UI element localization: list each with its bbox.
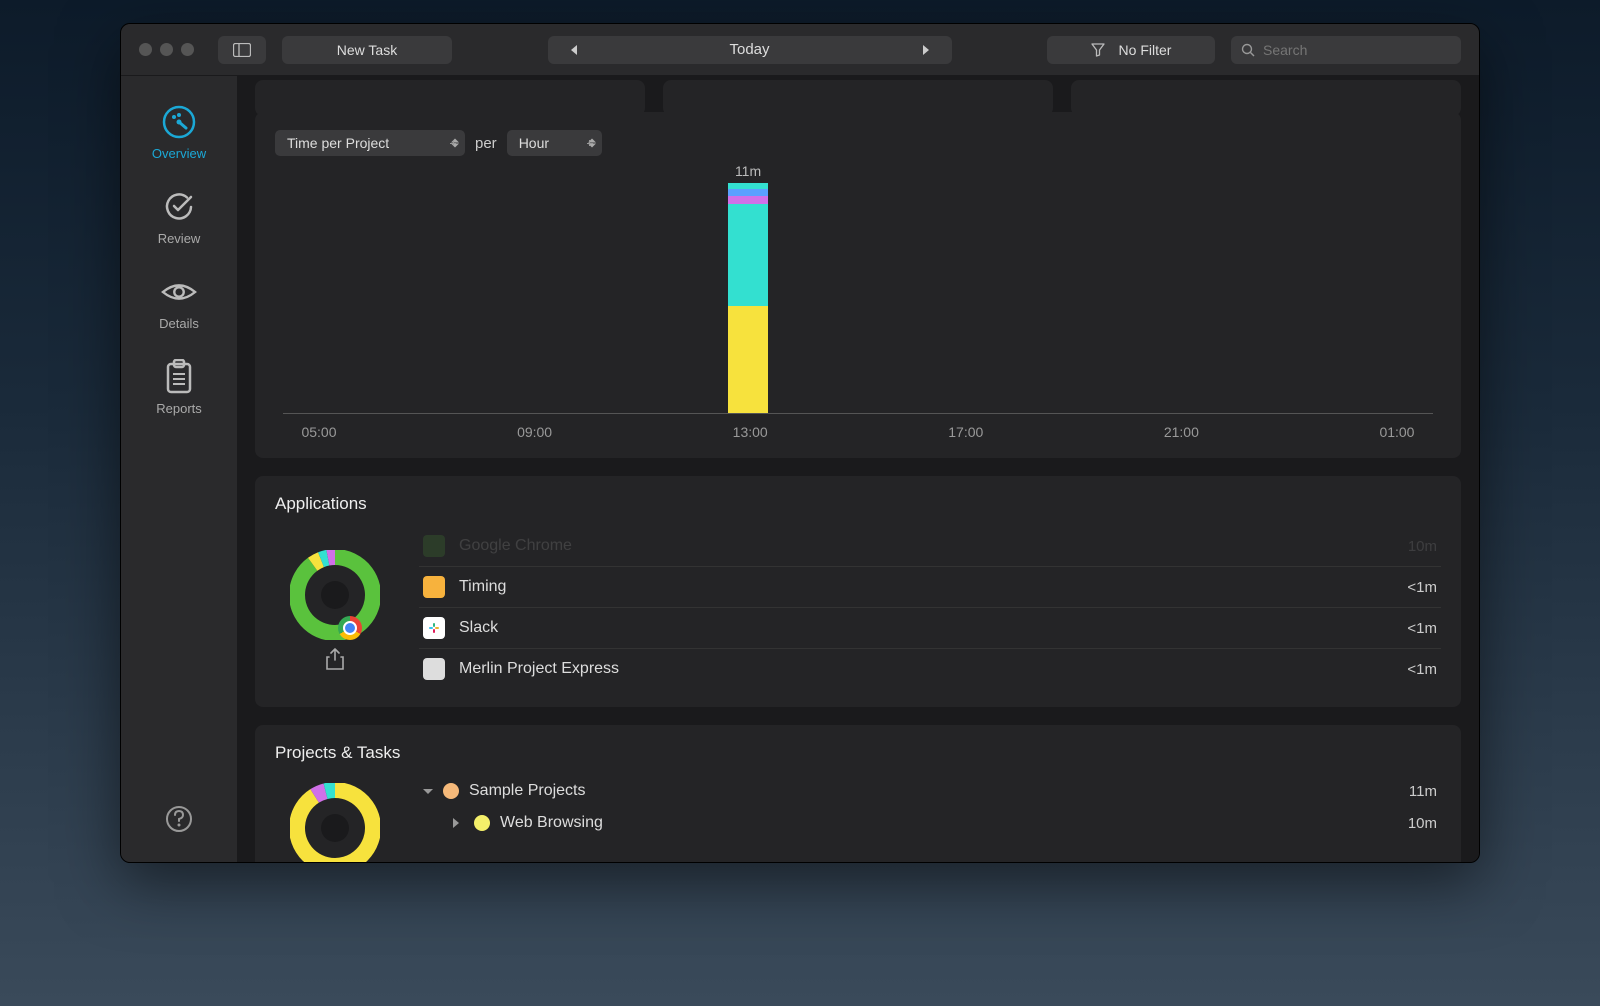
- app-name-label: Merlin Project Express: [459, 660, 1393, 678]
- app-icon: [423, 576, 445, 598]
- triangle-left-icon: [569, 44, 579, 56]
- gauge-icon: [161, 104, 197, 140]
- x-axis-label: 05:00: [289, 424, 349, 440]
- search-input[interactable]: [1263, 42, 1451, 58]
- applications-card: Applications Google Chrome10mTiming<1mSl…: [255, 476, 1461, 707]
- checkmark-circle-icon: [161, 189, 197, 225]
- app-time-label: <1m: [1407, 661, 1437, 678]
- project-time-label: 11m: [1409, 783, 1437, 800]
- titlebar: New Task Today No Filter: [121, 24, 1479, 76]
- disclosure-triangle-icon[interactable]: [423, 789, 433, 794]
- project-color-dot: [474, 815, 490, 831]
- sidebar: Overview Review Details Reports: [121, 76, 237, 862]
- chrome-icon: [338, 616, 362, 640]
- window-controls: [139, 43, 194, 56]
- application-row[interactable]: Google Chrome 10m: [419, 526, 1441, 566]
- x-axis-label: 13:00: [720, 424, 780, 440]
- filter-button[interactable]: No Filter: [1047, 36, 1215, 64]
- applications-donut: [290, 550, 380, 640]
- time-chart: 11m 05:0009:0013:0017:0021:0001:00: [283, 170, 1433, 440]
- application-row[interactable]: Merlin Project Express <1m: [419, 648, 1441, 689]
- sidebar-item-label: Details: [159, 316, 199, 331]
- funnel-icon: [1091, 43, 1105, 57]
- toggle-sidebar-button[interactable]: [218, 36, 266, 64]
- eye-icon: [161, 274, 197, 310]
- sidebar-item-label: Review: [158, 231, 201, 246]
- bar-segment: [728, 204, 768, 306]
- date-navigation: Today: [548, 36, 952, 64]
- new-task-button[interactable]: New Task: [282, 36, 452, 64]
- app-icon: [423, 617, 445, 639]
- bar-segment: [728, 306, 768, 413]
- projects-donut: [290, 783, 380, 862]
- sidebar-toggle-icon: [233, 43, 251, 57]
- x-axis-label: 09:00: [505, 424, 565, 440]
- search-box[interactable]: [1231, 36, 1461, 64]
- x-axis-label: 17:00: [936, 424, 996, 440]
- zoom-window-button[interactable]: [181, 43, 194, 56]
- application-row[interactable]: Slack <1m: [419, 607, 1441, 648]
- clipboard-icon: [161, 359, 197, 395]
- project-name-label: Sample Projects: [469, 782, 1399, 800]
- app-time-label: <1m: [1407, 579, 1437, 596]
- sidebar-item-label: Reports: [156, 401, 202, 416]
- share-button[interactable]: [326, 648, 344, 670]
- app-time-label: <1m: [1407, 620, 1437, 637]
- per-label: per: [475, 135, 497, 152]
- unit-select[interactable]: Hour: [507, 130, 602, 156]
- current-date-button[interactable]: Today: [600, 36, 900, 64]
- x-axis-label: 21:00: [1151, 424, 1211, 440]
- chart-card: Time per Project per Hour 11m 05:: [255, 112, 1461, 458]
- search-icon: [1241, 43, 1255, 57]
- project-color-dot: [443, 783, 459, 799]
- disclosure-triangle-icon[interactable]: [453, 818, 464, 828]
- next-day-button[interactable]: [900, 36, 952, 64]
- x-axis-label: 01:00: [1367, 424, 1427, 440]
- applications-title: Applications: [275, 494, 1441, 514]
- sidebar-item-review[interactable]: Review: [158, 189, 201, 246]
- project-time-label: 10m: [1408, 815, 1437, 832]
- app-icon: [423, 658, 445, 680]
- app-time-label: 10m: [1408, 538, 1437, 555]
- app-name-label: Timing: [459, 578, 1393, 596]
- close-window-button[interactable]: [139, 43, 152, 56]
- previous-day-button[interactable]: [548, 36, 600, 64]
- app-window: New Task Today No Filter Overview: [120, 23, 1480, 863]
- bar-segment: [728, 196, 768, 204]
- sidebar-item-reports[interactable]: Reports: [156, 359, 202, 416]
- minimize-window-button[interactable]: [160, 43, 173, 56]
- app-name-label: Google Chrome: [459, 537, 1394, 555]
- help-icon: [164, 804, 194, 834]
- application-row[interactable]: Timing <1m: [419, 566, 1441, 607]
- triangle-right-icon: [921, 44, 931, 56]
- chart-bar[interactable]: 11m: [728, 163, 768, 413]
- app-name-label: Slack: [459, 619, 1393, 637]
- main-content: Time per Project per Hour 11m 05:: [237, 76, 1479, 862]
- sidebar-item-label: Overview: [152, 146, 206, 161]
- project-name-label: Web Browsing: [500, 814, 1398, 832]
- filter-label: No Filter: [1119, 42, 1172, 58]
- metric-select[interactable]: Time per Project: [275, 130, 465, 156]
- projects-title: Projects & Tasks: [275, 743, 1441, 763]
- project-row[interactable]: Web Browsing 10m: [419, 807, 1441, 839]
- project-row[interactable]: Sample Projects 11m: [419, 775, 1441, 807]
- app-icon: [423, 535, 445, 557]
- sidebar-item-overview[interactable]: Overview: [152, 104, 206, 161]
- help-button[interactable]: [164, 804, 194, 834]
- sidebar-item-details[interactable]: Details: [159, 274, 199, 331]
- bar-total-label: 11m: [735, 163, 761, 179]
- projects-card: Projects & Tasks Sample Projects 11m Web B…: [255, 725, 1461, 862]
